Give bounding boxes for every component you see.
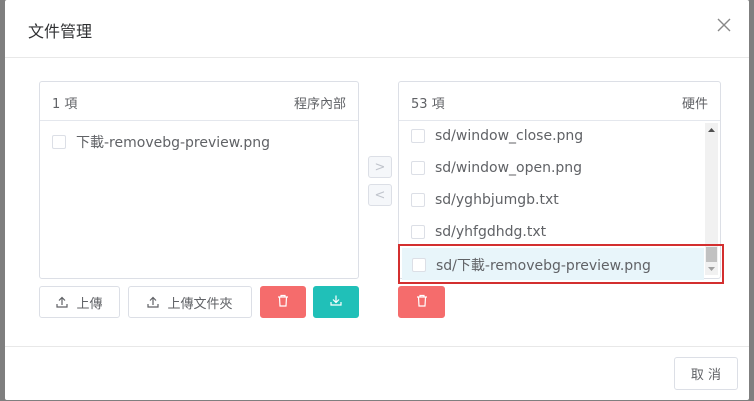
right-panel-header: 53 項 硬件	[399, 82, 720, 121]
left-panel-count: 1 項	[52, 97, 78, 112]
left-transfer-panel: 1 項 程序內部 下載-removebg-preview.png	[39, 81, 359, 279]
file-manager-dialog: 文件管理 1 項 程序內部 下載-removebg-preview.png > …	[5, 0, 749, 400]
transfer-left-button[interactable]: <	[368, 184, 392, 206]
cancel-button-label: 取 消	[690, 368, 722, 383]
dialog-footer-divider	[5, 346, 749, 347]
item-checkbox[interactable]	[412, 258, 426, 272]
transfer-right-button[interactable]: >	[368, 156, 392, 178]
item-checkbox[interactable]	[411, 129, 425, 143]
upload-folder-button[interactable]: 上傳文件夾	[128, 286, 252, 318]
transfer-left-label: <	[374, 187, 386, 203]
right-list-item[interactable]: sd/yhfgdhdg.txt	[411, 217, 546, 247]
right-list-item[interactable]: sd/window_close.png	[411, 121, 583, 151]
left-list-item[interactable]: 下載-removebg-preview.png	[52, 127, 270, 157]
upload-folder-button-label: 上傳文件夾	[167, 296, 233, 312]
right-list-item[interactable]: sd/yghbjumgb.txt	[411, 185, 559, 215]
transfer-right-label: >	[374, 159, 386, 175]
dialog-header: 文件管理	[5, 0, 749, 58]
close-icon[interactable]	[715, 16, 733, 34]
delete-left-button[interactable]	[260, 286, 306, 318]
dialog-title: 文件管理	[28, 22, 93, 41]
download-icon	[330, 294, 342, 310]
upload-button[interactable]: 上傳	[39, 286, 120, 318]
right-list-item-label: sd/yhfgdhdg.txt	[435, 224, 547, 240]
upload-icon	[56, 296, 69, 308]
right-panel-title: 硬件	[681, 97, 708, 112]
cancel-button[interactable]: 取 消	[674, 357, 738, 390]
upload-icon	[147, 296, 160, 308]
download-button[interactable]	[313, 286, 359, 318]
left-panel-title: 程序內部	[293, 97, 346, 112]
right-list-item-label: sd/window_open.png	[435, 160, 583, 176]
right-list-item-label: sd/window_close.png	[435, 128, 584, 144]
right-list-item-label: sd/下載-removebg-preview.png	[436, 258, 651, 274]
left-panel-header: 1 項 程序內部	[40, 82, 358, 121]
right-list-item-label: sd/yghbjumgb.txt	[435, 192, 559, 208]
left-list-item-label: 下載-removebg-preview.png	[76, 135, 271, 151]
item-checkbox[interactable]	[411, 193, 425, 207]
delete-right-button[interactable]	[398, 286, 445, 318]
trash-icon	[277, 294, 289, 311]
right-list-item[interactable]: sd/下載-removebg-preview.png	[412, 250, 651, 280]
item-checkbox[interactable]	[411, 161, 425, 175]
item-checkbox[interactable]	[52, 135, 66, 149]
right-list-item[interactable]: sd/window_open.png	[411, 153, 582, 183]
scroll-up-icon[interactable]	[705, 123, 718, 136]
highlighted-list-item[interactable]: sd/下載-removebg-preview.png	[398, 244, 724, 284]
trash-icon	[416, 294, 428, 311]
item-checkbox[interactable]	[411, 225, 425, 239]
right-panel-count: 53 項	[411, 97, 445, 112]
upload-button-label: 上傳	[76, 296, 103, 312]
